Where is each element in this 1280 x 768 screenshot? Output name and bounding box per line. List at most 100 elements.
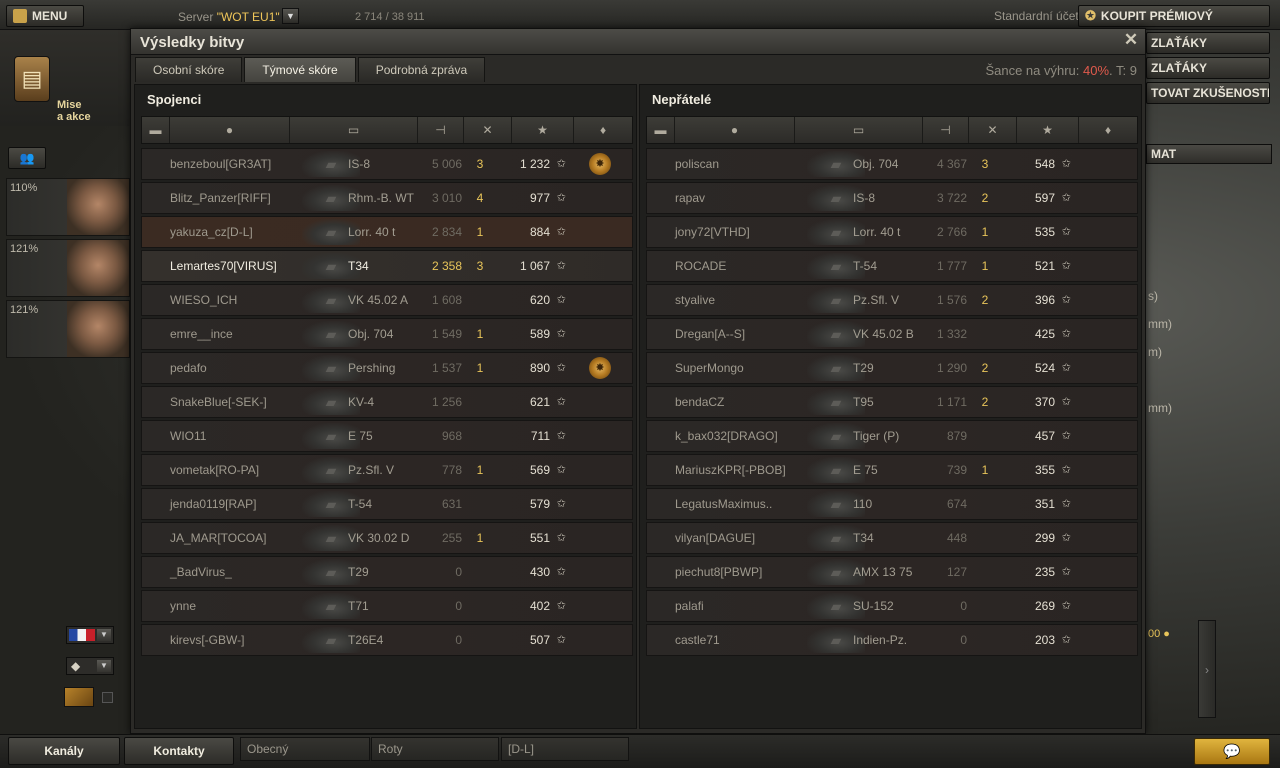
contacts-button[interactable]: Kontakty (124, 737, 234, 765)
carousel-scroll-right-button[interactable]: › (1198, 620, 1216, 718)
player-row[interactable]: SnakeBlue[-SEK-] ▰ KV-4 1 256 621 ✩ (141, 386, 633, 418)
player-row[interactable]: Dregan[A--S] ▰ VK 45.02 B1 332 425 ✩ (646, 318, 1138, 350)
damage-value: 255 (441, 531, 462, 545)
player-row[interactable]: ynne ▰ T71 0 402 ✩ (141, 590, 633, 622)
kills-value: 2 (981, 293, 989, 307)
xp-column-icon[interactable]: ★ (512, 117, 574, 143)
crew-member-card[interactable]: 110% (6, 178, 130, 236)
chat-icon: 💬 (1223, 743, 1241, 759)
star-icon: ✩ (1061, 464, 1071, 476)
medal-icon[interactable]: ✸ (589, 153, 611, 175)
nation-filter-dropdown[interactable]: ▼ (66, 626, 114, 644)
player-row[interactable]: Blitz_Panzer[RIFF] ▰ Rhm.-B. WT 3 010 4 977 ✩ (141, 182, 633, 214)
chat-button[interactable]: 💬 (1194, 738, 1270, 765)
player-column-icon[interactable]: ● (675, 117, 795, 143)
tank-column-icon[interactable]: ▭ (290, 117, 418, 143)
player-row[interactable]: pedafo ▰ Pershing 1 537 1 890 ✩ ✸ (141, 352, 633, 384)
player-row[interactable]: castle71 ▰ Indien-Pz. 0 203 ✩ (646, 624, 1138, 656)
kills-value: 1 (981, 225, 989, 239)
player-row[interactable]: palafi ▰ SU-152 0 269 ✩ (646, 590, 1138, 622)
damage-column-icon[interactable]: ⊣ (923, 117, 969, 143)
player-row[interactable]: _BadVirus_ ▰ T29 0 430 ✩ (141, 556, 633, 588)
convert-xp-button[interactable]: TOVAT ZKUŠENOSTI (1146, 82, 1270, 104)
player-row[interactable]: kirevs[-GBW-] ▰ T26E4 0 507 ✩ (141, 624, 633, 656)
exchange-gold-button[interactable]: ZLAŤÁKY (1146, 57, 1270, 79)
buy-gold-button[interactable]: ZLAŤÁKY (1146, 32, 1270, 54)
battle-results-window: Výsledky bitvy ✕ Osobní skóre Týmové skó… (130, 28, 1146, 734)
tank-name: KV-4 (348, 395, 375, 409)
player-row[interactable]: yakuza_cz[D-L] ▰ Lorr. 40 t2 834 1 884 ✩ (141, 216, 633, 248)
player-row[interactable]: MariuszKPR[-PBOB] ▰ E 75 739 1 355 ✩ (646, 454, 1138, 486)
window-title: Výsledky bitvy (140, 34, 245, 51)
medal-column-icon[interactable]: ♦ (1079, 117, 1137, 143)
tab-detailed-report[interactable]: Podrobná zpráva (357, 57, 486, 82)
player-name: emre__ince (170, 327, 233, 341)
xp-value: 457 (1034, 429, 1055, 443)
player-row[interactable]: rapav ▰ IS-8 3 722 2 597 ✩ (646, 182, 1138, 214)
vehicle-type-filter-dropdown[interactable]: ◆ ▼ (66, 657, 114, 675)
kills-column-icon[interactable]: ✕ (464, 117, 512, 143)
player-row[interactable]: vometak[RO-PA] ▰ Pz.Sfl. V 778 1 569 ✩ (141, 454, 633, 486)
kills-value: 3 (476, 157, 484, 171)
tab-team-score[interactable]: Týmové skóre (244, 57, 356, 82)
star-icon: ✩ (1061, 396, 1071, 408)
server-dropdown-button[interactable]: ▼ (282, 8, 299, 24)
ammo-filter-icon[interactable] (64, 687, 94, 707)
buy-premium-button[interactable]: ✪ KOUPIT PRÉMIOVÝ (1078, 5, 1270, 27)
crew-member-card[interactable]: 121% (6, 239, 130, 297)
player-row[interactable]: Lemartes70[VIRUS] ▰ T34 2 358 3 1 067 ✩ (141, 250, 633, 282)
player-name: piechut8[PBWP] (675, 565, 763, 579)
vehicle-stat: s) (1148, 289, 1158, 303)
xp-value: 355 (1034, 463, 1055, 477)
chevron-down-icon: ▼ (97, 629, 111, 641)
player-row[interactable]: piechut8[PBWP] ▰ AMX 13 75 127 235 ✩ (646, 556, 1138, 588)
player-name: kirevs[-GBW-] (170, 633, 245, 647)
filter-checkbox[interactable] (102, 692, 113, 703)
player-column-icon[interactable]: ● (170, 117, 290, 143)
player-name: pedafo (170, 361, 207, 375)
player-row[interactable]: styalive ▰ Pz.Sfl. V1 576 2 396 ✩ (646, 284, 1138, 316)
win-chance-value: 40% (1083, 63, 1110, 78)
xp-column-icon[interactable]: ★ (1017, 117, 1079, 143)
menu-button[interactable]: MENU (6, 5, 84, 27)
chat-channel-tab[interactable]: Obecný (240, 737, 370, 761)
medal-column-icon[interactable]: ♦ (574, 117, 632, 143)
medal-icon[interactable]: ✸ (589, 357, 611, 379)
damage-column-icon[interactable]: ⊣ (418, 117, 464, 143)
player-name: castle71 (675, 633, 720, 647)
player-row[interactable]: LegatusMaximus.. ▰ 110 674 351 ✩ (646, 488, 1138, 520)
tank-column-icon[interactable]: ▭ (795, 117, 923, 143)
player-row[interactable]: SuperMongo ▰ T29 1 290 2 524 ✩ (646, 352, 1138, 384)
player-row[interactable]: jony72[VTHD] ▰ Lorr. 40 t2 766 1 535 ✩ (646, 216, 1138, 248)
enemies-rows: poliscan ▰ Obj. 704 4 367 3 548 ✩ rapav ▰ IS-8 3 7… (646, 148, 1138, 658)
chat-channel-tab[interactable]: [D-L] (501, 737, 629, 761)
kills-column-icon[interactable]: ✕ (969, 117, 1017, 143)
player-row[interactable]: poliscan ▰ Obj. 704 4 367 3 548 ✩ (646, 148, 1138, 180)
player-row[interactable]: JA_MAR[TOCOA] ▰ VK 30.02 D 255 1 551 ✩ (141, 522, 633, 554)
star-icon: ✩ (556, 566, 566, 578)
channels-button[interactable]: Kanály (8, 737, 120, 765)
xp-value: 396 (1034, 293, 1055, 307)
chat-channel-tab[interactable]: Roty (371, 737, 499, 761)
player-row[interactable]: jenda0119[RAP] ▰ T-54 631 579 ✩ (141, 488, 633, 520)
player-row[interactable]: ROCADE ▰ T-54 1 777 1 521 ✩ (646, 250, 1138, 282)
menu-label: MENU (32, 9, 68, 23)
player-row[interactable]: WIESO_ICH ▰ VK 45.02 A1 608 620 ✩ (141, 284, 633, 316)
squad-column-icon[interactable]: ▬ (142, 117, 170, 143)
kills-value: 3 (476, 259, 484, 273)
player-row[interactable]: benzeboul[GR3AT] ▰ IS-8 5 006 3 1 232 ✩ ✸ (141, 148, 633, 180)
tab-personal-score[interactable]: Osobní skóre (135, 57, 243, 82)
squad-column-icon[interactable]: ▬ (647, 117, 675, 143)
crew-member-card[interactable]: 121% (6, 300, 130, 358)
crew-toggle-button[interactable]: 👥 (8, 147, 46, 169)
missions-button[interactable]: ▤ Mise a akce (0, 30, 130, 126)
crew-skill-percent: 121% (10, 243, 39, 255)
player-row[interactable]: k_bax032[DRAGO] ▰ Tiger (P) 879 457 ✩ (646, 420, 1138, 452)
player-row[interactable]: emre__ince ▰ Obj. 704 1 549 1 589 ✩ (141, 318, 633, 350)
vehicle-stat: mm) (1148, 401, 1172, 415)
player-row[interactable]: bendaCZ ▰ T95 1 171 2 370 ✩ (646, 386, 1138, 418)
player-row[interactable]: vilyan[DAGUE] ▰ T34 448 299 ✩ (646, 522, 1138, 554)
player-row[interactable]: WIO11 ▰ E 75 968 711 ✩ (141, 420, 633, 452)
close-icon[interactable]: ✕ (1121, 30, 1141, 50)
xp-value: 597 (1034, 191, 1055, 205)
